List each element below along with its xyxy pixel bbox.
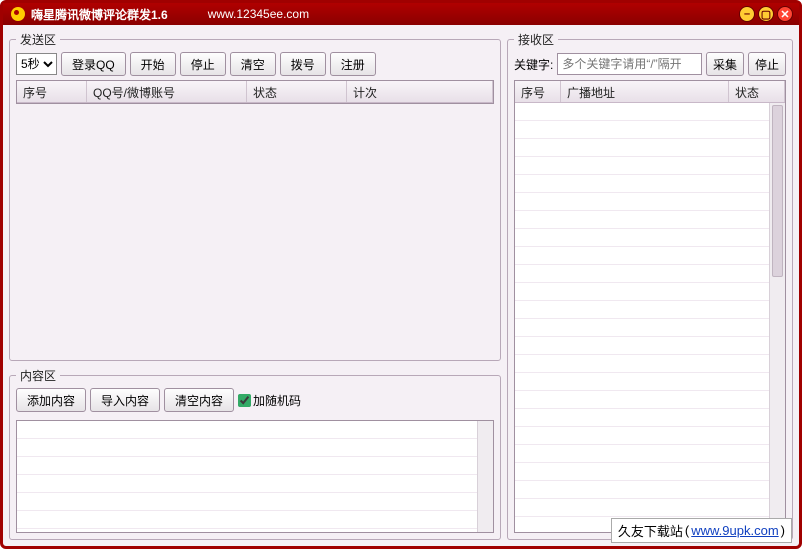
start-button[interactable]: 开始 [130, 52, 176, 76]
right-column: 接收区 关键字: 采集 停止 序号 广播地址 状态 [507, 31, 793, 540]
receive-toolbar: 关键字: 采集 停止 [514, 52, 786, 76]
dial-button[interactable]: 拨号 [280, 52, 326, 76]
title-bar: 嗨星腾讯微博评论群发1.6 www.12345ee.com – ▢ ✕ [3, 3, 799, 25]
minimize-button[interactable]: – [739, 6, 755, 22]
col-recv-status[interactable]: 状态 [729, 81, 785, 102]
keyword-input[interactable] [557, 53, 702, 75]
recv-stop-button[interactable]: 停止 [748, 52, 786, 76]
main-window: 嗨星腾讯微博评论群发1.6 www.12345ee.com – ▢ ✕ 发送区 … [0, 0, 802, 549]
col-count[interactable]: 计次 [347, 81, 493, 102]
scrollbar[interactable] [769, 103, 785, 532]
scrollbar[interactable] [477, 421, 493, 532]
col-seq[interactable]: 序号 [17, 81, 87, 102]
collect-button[interactable]: 采集 [706, 52, 744, 76]
app-title: 嗨星腾讯微博评论群发1.6 [31, 6, 168, 23]
receive-grid[interactable]: 序号 广播地址 状态 [514, 80, 786, 533]
keyword-label: 关键字: [514, 56, 553, 73]
import-content-button[interactable]: 导入内容 [90, 388, 160, 412]
watermark-site: 久友下载站 [618, 521, 683, 540]
receive-grid-header: 序号 广播地址 状态 [515, 81, 785, 103]
col-account[interactable]: QQ号/微博账号 [87, 81, 247, 102]
app-icon [11, 7, 25, 21]
col-recv-seq[interactable]: 序号 [515, 81, 561, 102]
add-content-button[interactable]: 添加内容 [16, 388, 86, 412]
receive-section: 接收区 关键字: 采集 停止 序号 广播地址 状态 [507, 31, 793, 540]
content-legend: 内容区 [16, 367, 60, 384]
content-area: 发送区 5秒 登录QQ 开始 停止 清空 拨号 注册 序号 QQ号/微博账号 [3, 25, 799, 546]
clear-button[interactable]: 清空 [230, 52, 276, 76]
content-section: 内容区 添加内容 导入内容 清空内容 加随机码 [9, 367, 501, 540]
send-legend: 发送区 [16, 31, 60, 48]
login-qq-button[interactable]: 登录QQ [61, 52, 126, 76]
col-broadcast[interactable]: 广播地址 [561, 81, 729, 102]
close-button[interactable]: ✕ [777, 6, 793, 22]
send-grid-header: 序号 QQ号/微博账号 状态 计次 [17, 81, 493, 103]
left-column: 发送区 5秒 登录QQ 开始 停止 清空 拨号 注册 序号 QQ号/微博账号 [9, 31, 501, 540]
random-code-checkbox[interactable] [238, 394, 251, 407]
clear-content-button[interactable]: 清空内容 [164, 388, 234, 412]
send-section: 发送区 5秒 登录QQ 开始 停止 清空 拨号 注册 序号 QQ号/微博账号 [9, 31, 501, 361]
content-textarea[interactable] [16, 420, 494, 533]
maximize-button[interactable]: ▢ [758, 6, 774, 22]
watermark: 久友下载站 ( www.9upk.com ) [611, 518, 792, 543]
stop-button[interactable]: 停止 [180, 52, 226, 76]
random-code-label[interactable]: 加随机码 [238, 392, 301, 409]
app-url: www.12345ee.com [208, 7, 309, 21]
content-toolbar: 添加内容 导入内容 清空内容 加随机码 [16, 388, 494, 412]
interval-select[interactable]: 5秒 [16, 53, 57, 75]
send-grid[interactable]: 序号 QQ号/微博账号 状态 计次 [16, 80, 494, 104]
watermark-link[interactable]: www.9upk.com [691, 523, 778, 538]
receive-grid-body [515, 103, 785, 532]
send-toolbar: 5秒 登录QQ 开始 停止 清空 拨号 注册 [16, 52, 494, 76]
receive-legend: 接收区 [514, 31, 558, 48]
col-status[interactable]: 状态 [247, 81, 347, 102]
register-button[interactable]: 注册 [330, 52, 376, 76]
